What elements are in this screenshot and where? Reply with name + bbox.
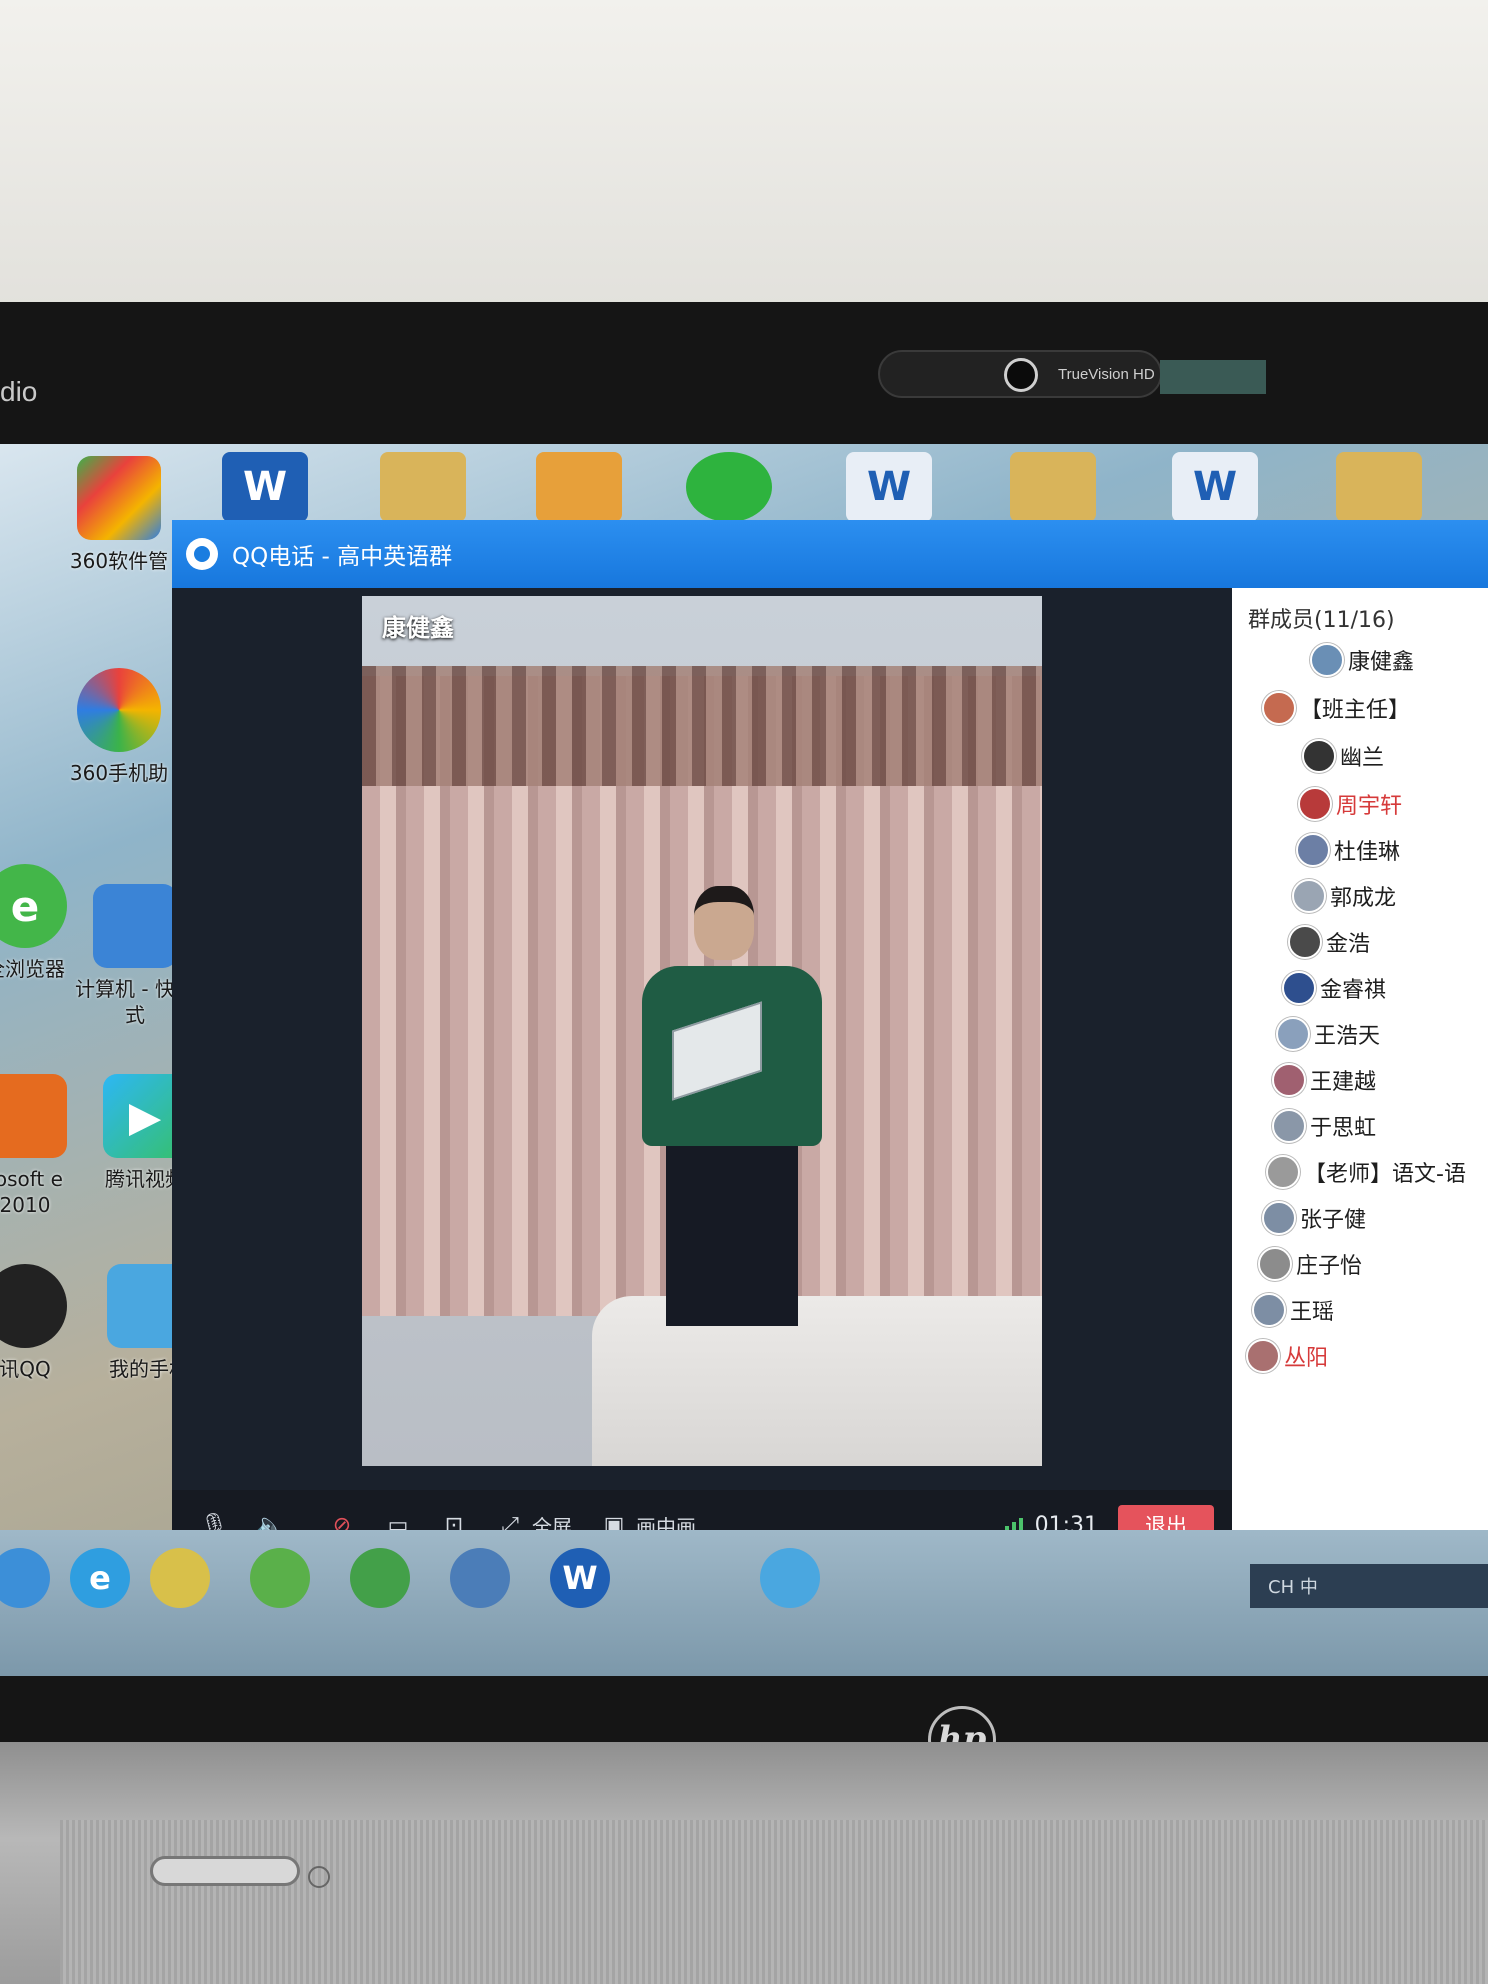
avatar [1262, 691, 1296, 725]
member-item[interactable]: 丛阳 [1246, 1334, 1328, 1378]
member-item[interactable]: 金睿祺 [1282, 966, 1386, 1010]
computer-shortcut-icon [93, 884, 177, 968]
member-name: 于思虹 [1310, 1116, 1377, 1141]
desktop-icon-label: 360手机助 [69, 761, 169, 785]
desktop-icon-label: 讯QQ [0, 1357, 51, 1381]
pinned-app-icon[interactable] [450, 1548, 510, 1608]
avatar [1272, 1109, 1306, 1143]
avatar [1262, 1201, 1296, 1235]
avatar [1272, 1063, 1306, 1097]
member-name: 王浩天 [1314, 1024, 1381, 1049]
system-tray[interactable]: CH 中 [1250, 1564, 1488, 1608]
speaker-grill [60, 1820, 1488, 1984]
member-name: 丛阳 [1284, 1346, 1329, 1371]
member-name: 周宇轩 [1336, 794, 1403, 819]
member-item[interactable]: 王建越 [1272, 1058, 1376, 1102]
member-name: 幽兰 [1340, 746, 1385, 771]
qq-titlebar[interactable]: QQ电话 - 高中英语群 [172, 520, 1488, 588]
avatar [1298, 787, 1332, 821]
member-item[interactable]: 王浩天 [1276, 1012, 1380, 1056]
folder-icon[interactable] [536, 452, 622, 522]
word-icon[interactable]: W [222, 452, 308, 522]
member-list-panel: 群成员(11/16) 康健鑫【班主任】幽兰周宇轩杜佳琳郭成龙金浩金睿祺王浩天王建… [1232, 588, 1488, 1560]
member-item[interactable]: 金浩 [1288, 920, 1370, 964]
browser-icon: e [0, 864, 67, 948]
word-doc-icon[interactable]: W [846, 452, 932, 522]
member-item[interactable]: 幽兰 [1302, 734, 1384, 778]
video-feed[interactable] [362, 596, 1042, 1466]
avatar [1276, 1017, 1310, 1051]
desktop-icon-360-software[interactable]: 360软件管 [54, 456, 184, 574]
webcam-label: TrueVision HD [1058, 366, 1155, 383]
avatar [1310, 643, 1344, 677]
webcam-tab [1160, 360, 1266, 394]
speaker-name: 康健鑫 [382, 614, 454, 642]
member-name: 金睿祺 [1320, 978, 1387, 1003]
member-item[interactable]: 【班主任】 [1262, 686, 1410, 730]
folder-icon[interactable] [1010, 452, 1096, 522]
webcam-lens-icon [1004, 358, 1038, 392]
member-name: 郭成龙 [1330, 886, 1397, 911]
360-software-icon [77, 456, 161, 540]
member-item[interactable]: 张子健 [1262, 1196, 1366, 1240]
avatar [1292, 879, 1326, 913]
avatar [1246, 1339, 1280, 1373]
qq-icon [0, 1264, 67, 1348]
member-name: 康健鑫 [1348, 650, 1415, 675]
window-title: QQ电话 - 高中英语群 [232, 544, 453, 570]
office-icon [0, 1074, 67, 1158]
qq-call-icon [186, 538, 218, 570]
member-item[interactable]: 王瑶 [1252, 1288, 1334, 1332]
member-item[interactable]: 康健鑫 [1310, 638, 1414, 682]
member-item[interactable]: 周宇轩 [1298, 782, 1402, 826]
member-item[interactable]: 杜佳琳 [1296, 828, 1400, 872]
power-icon [308, 1866, 330, 1888]
wechat-icon[interactable] [686, 452, 772, 522]
avatar [1258, 1247, 1292, 1281]
folder-icon[interactable] [380, 452, 466, 522]
member-item[interactable]: 【老师】语文-语 [1266, 1150, 1466, 1194]
avatar [1302, 739, 1336, 773]
member-item[interactable]: 庄子怡 [1258, 1242, 1362, 1286]
member-name: 庄子怡 [1296, 1254, 1363, 1279]
pinned-app-icon[interactable] [250, 1548, 310, 1608]
avatar [1282, 971, 1316, 1005]
member-name: 【班主任】 [1300, 698, 1411, 723]
video-area: 康健鑫 🎙 🔈 ⊘ ▭ ⊡ ⤢ 全屏 ▣ 画中画 01:31 退出 [172, 588, 1232, 1560]
desktop-icon-label: rosoft e 2010 [0, 1167, 63, 1217]
power-slider[interactable] [150, 1856, 300, 1886]
member-name: 王建越 [1310, 1070, 1377, 1095]
member-item[interactable]: 于思虹 [1272, 1104, 1376, 1148]
desktop-icon-qq[interactable]: 讯QQ [0, 1264, 90, 1382]
wall-background [0, 0, 1488, 310]
desktop-icon-office[interactable]: rosoft e 2010 [0, 1074, 90, 1218]
video-valance [362, 666, 1042, 786]
desktop-screen: W W W 360软件管 360手机助 e 全浏览器 计算机 - 快方式 ros… [0, 444, 1488, 1676]
qq-call-window: QQ电话 - 高中英语群 康健鑫 🎙 🔈 ⊘ ▭ ⊡ ⤢ 全屏 ▣ 画中画 01… [172, 520, 1488, 1560]
pinned-browser-icon[interactable] [350, 1548, 410, 1608]
avatar [1252, 1293, 1286, 1327]
word-taskbar-icon[interactable]: W [550, 1548, 610, 1608]
webcam: TrueVision HD [878, 350, 1162, 398]
avatar [1288, 925, 1322, 959]
member-list-header: 群成员(11/16) [1248, 608, 1395, 633]
word-doc-icon[interactable]: W [1172, 452, 1258, 522]
desktop-icon-360-phone[interactable]: 360手机助 [54, 668, 184, 786]
ie-icon[interactable]: e [70, 1548, 130, 1608]
pinned-app-icon[interactable] [760, 1548, 820, 1608]
video-person [632, 886, 832, 1326]
member-name: 杜佳琳 [1334, 840, 1401, 865]
desktop-icon-label: 360软件管 [69, 549, 169, 573]
member-name: 王瑶 [1290, 1300, 1335, 1325]
member-name: 金浩 [1326, 932, 1371, 957]
member-name: 张子健 [1300, 1208, 1367, 1233]
360-phone-assistant-icon [77, 668, 161, 752]
folder-icon[interactable] [1336, 452, 1422, 522]
member-name: 【老师】语文-语 [1304, 1162, 1466, 1187]
member-item[interactable]: 郭成龙 [1292, 874, 1396, 918]
pinned-app-icon[interactable] [150, 1548, 210, 1608]
avatar [1296, 833, 1330, 867]
laptop-brand-text: dio [0, 376, 38, 407]
avatar [1266, 1155, 1300, 1189]
